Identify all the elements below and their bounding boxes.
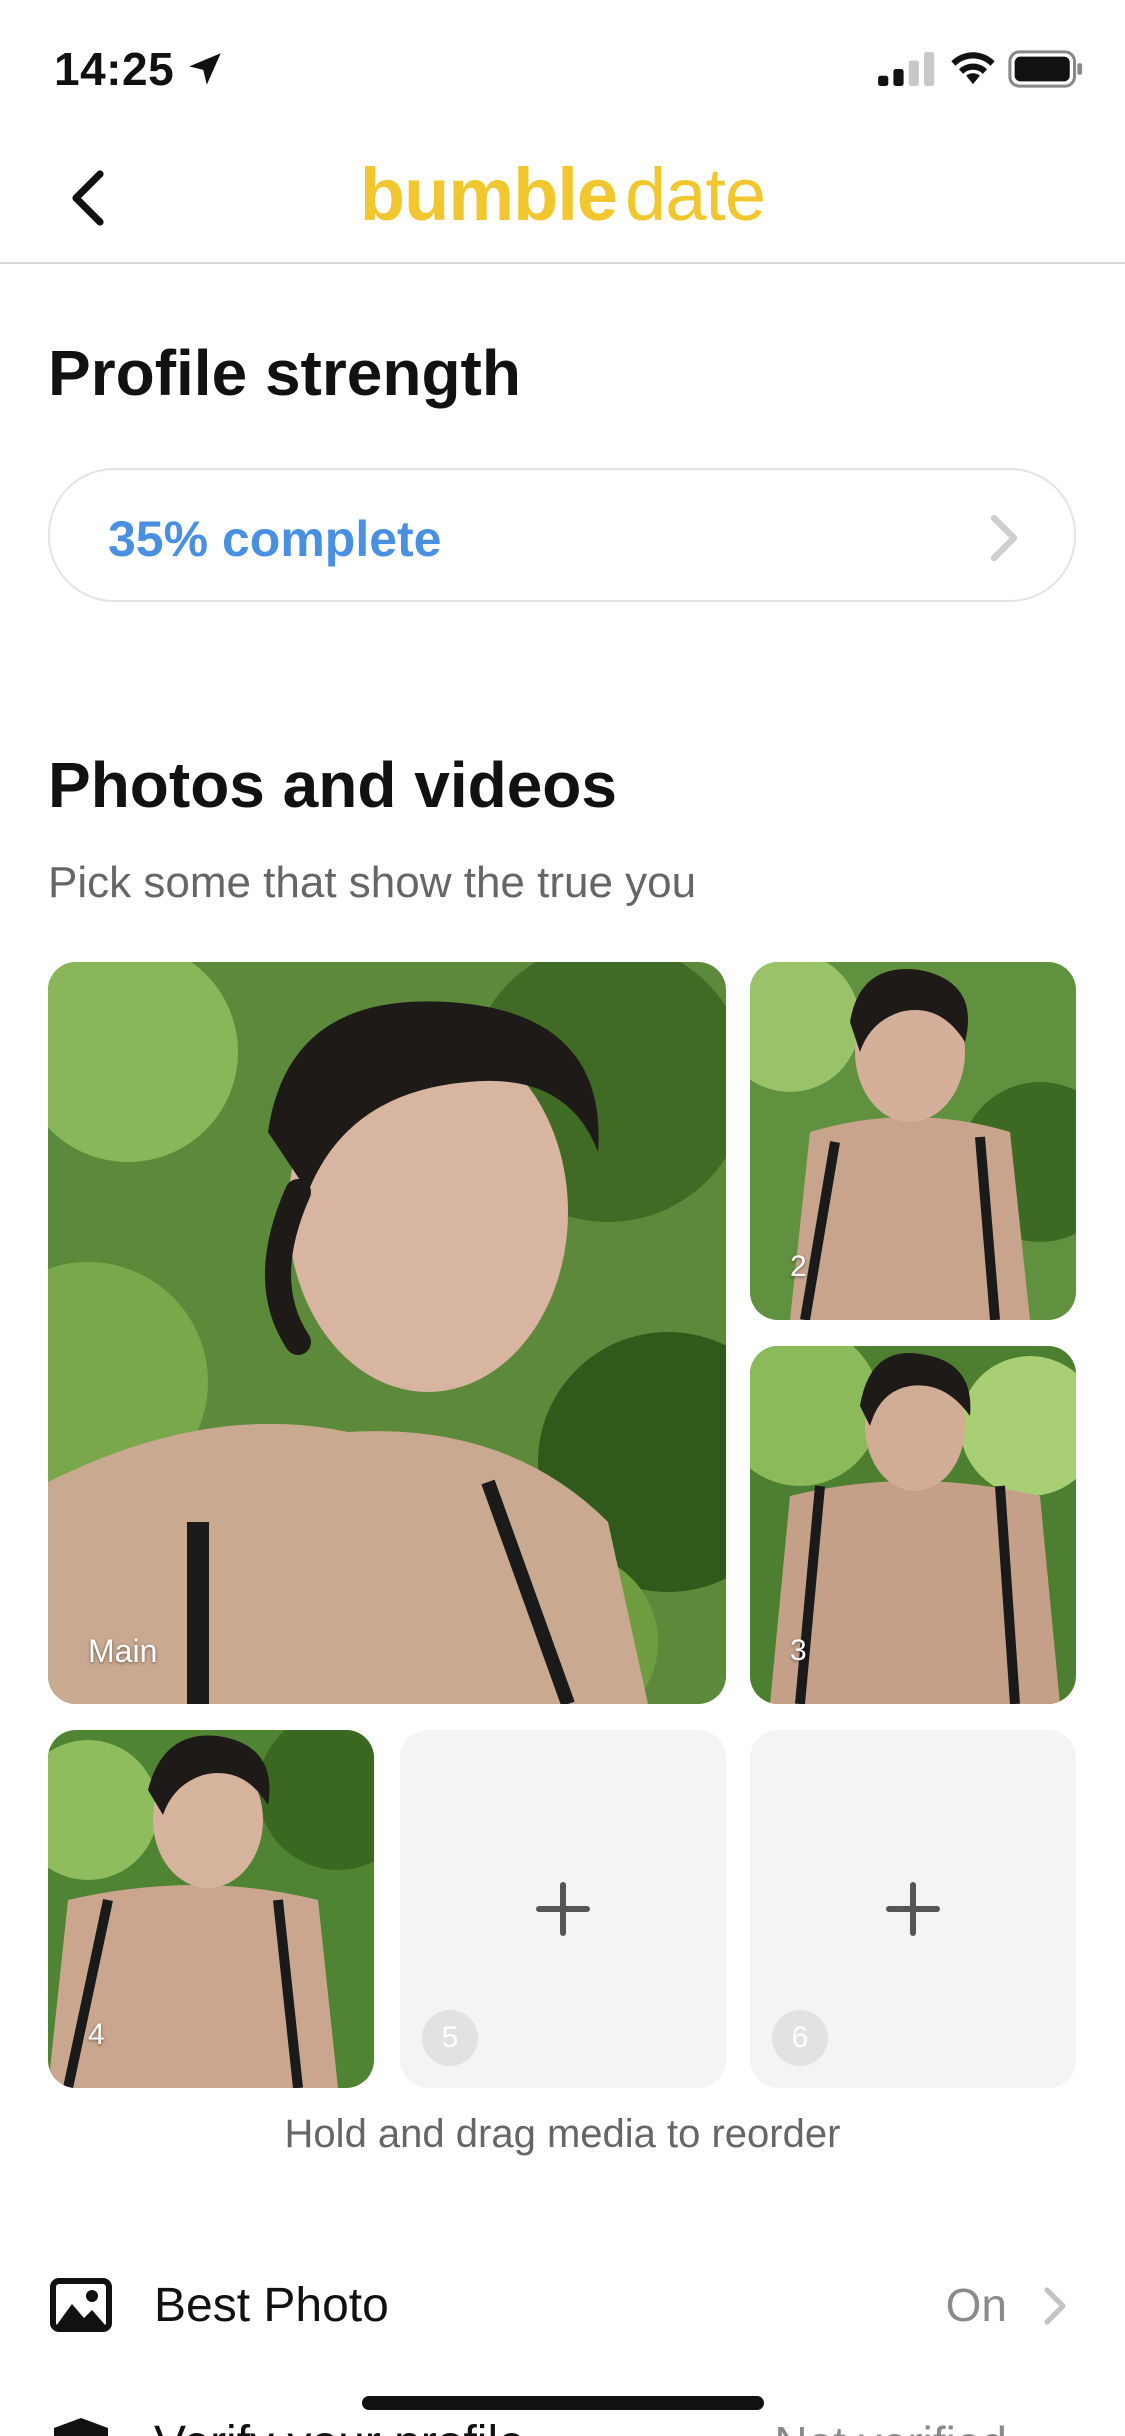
- slot-number-5: 5: [422, 2010, 478, 2066]
- photo-tile-4[interactable]: 4: [48, 1730, 374, 2088]
- profile-strength-card[interactable]: 35% complete: [48, 468, 1076, 602]
- verify-profile-label: Verify your profile: [154, 2416, 525, 2436]
- location-arrow-icon: [189, 53, 221, 85]
- nav-bar: bumble date: [0, 132, 1125, 264]
- image-icon: [50, 2278, 112, 2332]
- add-photo-slot-6[interactable]: 6: [750, 1730, 1076, 2088]
- wifi-icon: [951, 52, 995, 85]
- plus-icon: [886, 1882, 940, 1936]
- slot-number-6: 6: [772, 2010, 828, 2066]
- battery-icon: [1008, 50, 1083, 88]
- photo-label-3: 3: [790, 1634, 807, 1667]
- reorder-hint: Hold and drag media to reorder: [284, 2112, 841, 2156]
- status-bar: 14:25: [0, 0, 1125, 132]
- main-photo: [48, 962, 726, 1704]
- cellular-signal-icon: [878, 52, 935, 86]
- brand-secondary: date: [625, 153, 766, 236]
- photos-heading: Photos and videos: [48, 749, 617, 821]
- best-photo-row[interactable]: Best Photo On: [0, 2250, 1125, 2360]
- status-time: 14:25: [54, 43, 175, 95]
- add-photo-slot-5[interactable]: 5: [400, 1730, 726, 2088]
- best-photo-label: Best Photo: [154, 2279, 389, 2332]
- shield-icon: [54, 2418, 108, 2436]
- photos-subtitle: Pick some that show the true you: [48, 858, 697, 907]
- best-photo-value: On: [945, 2279, 1007, 2331]
- plus-icon: [536, 1882, 590, 1936]
- photo-tile-2[interactable]: 2: [750, 962, 1076, 1320]
- profile-progress-text: 35% complete: [108, 511, 442, 567]
- profile-strength-heading: Profile strength: [48, 337, 521, 409]
- screen: 14:25 bumble date Profile strength 35% c…: [0, 0, 1125, 2436]
- photo-tile-main[interactable]: Main: [48, 962, 726, 1704]
- chevron-right-icon: [990, 514, 1018, 562]
- photo-label-4: 4: [88, 2018, 105, 2051]
- photo-tile-3[interactable]: 3: [750, 1346, 1076, 1704]
- photo-label-2: 2: [790, 1250, 807, 1283]
- photo-label-main: Main: [88, 1633, 158, 1669]
- brand-primary: bumble: [359, 153, 618, 236]
- verify-profile-value: Not verified: [774, 2416, 1007, 2436]
- chevron-right-icon: [1044, 2287, 1066, 2325]
- home-indicator[interactable]: [362, 2396, 764, 2410]
- brand-logo: bumble date: [0, 152, 1125, 237]
